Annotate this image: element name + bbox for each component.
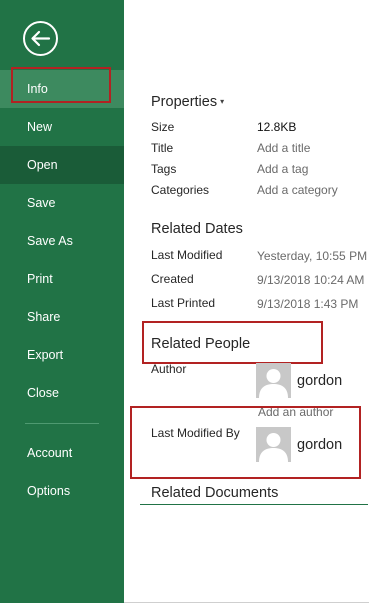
- person-icon: [256, 427, 291, 462]
- author-avatar[interactable]: [256, 363, 291, 398]
- nav-item-save[interactable]: Save: [0, 184, 124, 222]
- nav-item-info[interactable]: Info: [0, 70, 124, 108]
- nav-item-save-as[interactable]: Save As: [0, 222, 124, 260]
- section-rule: [140, 504, 368, 505]
- created-value: 9/13/2018 10:24 AM: [257, 273, 365, 287]
- tags-label: Tags: [151, 162, 177, 176]
- last-modified-value: Yesterday, 10:55 PM: [257, 249, 368, 263]
- modifier-avatar[interactable]: [256, 427, 291, 462]
- nav-item-open[interactable]: Open: [0, 146, 124, 184]
- last-printed-value: 9/13/2018 1:43 PM: [257, 297, 359, 311]
- nav-item-share[interactable]: Share: [0, 298, 124, 336]
- person-icon: [256, 363, 291, 398]
- tags-field[interactable]: Add a tag: [257, 162, 308, 176]
- created-label: Created: [151, 272, 194, 286]
- nav-item-export[interactable]: Export: [0, 336, 124, 374]
- backstage-nav: Info New Open Save Save As Print Share E…: [0, 0, 124, 603]
- related-documents-header: Related Documents: [151, 485, 279, 501]
- nav-item-new[interactable]: New: [0, 108, 124, 146]
- back-arrow-icon[interactable]: [22, 20, 59, 57]
- last-modified-by-label: Last Modified By: [151, 426, 240, 440]
- author-name[interactable]: gordon: [297, 373, 342, 389]
- size-label: Size: [151, 120, 175, 134]
- related-people-header: Related People: [151, 336, 251, 352]
- chevron-down-icon: ▾: [220, 97, 225, 106]
- categories-field[interactable]: Add a category: [257, 183, 338, 197]
- related-dates-header: Related Dates: [151, 221, 243, 237]
- title-field[interactable]: Add a title: [257, 141, 310, 155]
- last-printed-label: Last Printed: [151, 296, 216, 310]
- properties-header[interactable]: Properties ▾: [151, 94, 224, 110]
- last-modified-label: Last Modified: [151, 248, 223, 262]
- author-label: Author: [151, 362, 187, 376]
- nav-item-account[interactable]: Account: [0, 434, 124, 472]
- last-modified-by-name[interactable]: gordon: [297, 437, 342, 453]
- title-label: Title: [151, 141, 174, 155]
- nav-item-options[interactable]: Options: [0, 472, 124, 510]
- categories-label: Categories: [151, 183, 210, 197]
- add-author-link[interactable]: Add an author: [258, 405, 333, 419]
- nav-divider: [25, 423, 99, 424]
- nav-item-print[interactable]: Print: [0, 260, 124, 298]
- size-value: 12.8KB: [257, 120, 297, 134]
- nav-item-close[interactable]: Close: [0, 374, 124, 412]
